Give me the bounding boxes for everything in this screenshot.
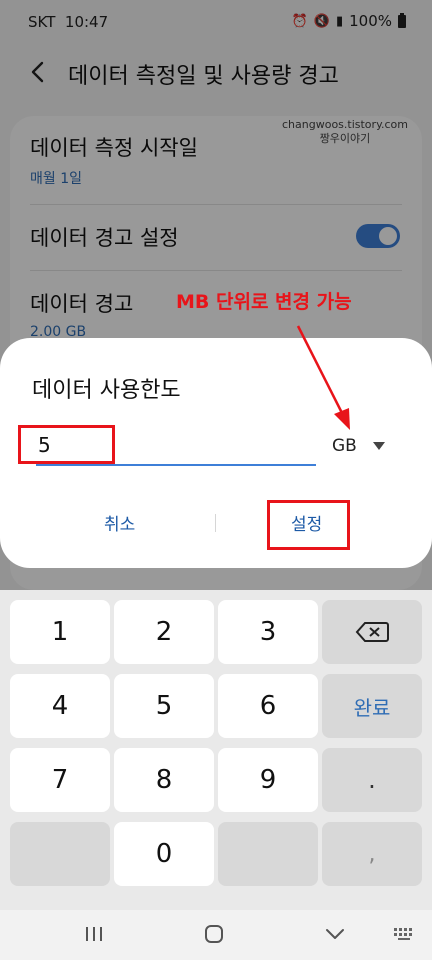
unit-dropdown[interactable]: GB	[332, 436, 385, 456]
keyboard-icon[interactable]	[392, 922, 416, 946]
key-1[interactable]: 1	[10, 600, 110, 664]
key-5[interactable]: 5	[114, 674, 214, 738]
key-2[interactable]: 2	[114, 600, 214, 664]
dialog-title: 데이터 사용한도	[32, 378, 181, 403]
unit-label: GB	[332, 436, 357, 456]
key-6[interactable]: 6	[218, 674, 318, 738]
cancel-button[interactable]: 취소	[104, 510, 135, 535]
key-3[interactable]: 3	[218, 600, 318, 664]
annotation-text: MB 단위로 변경 가능	[176, 291, 352, 313]
dot-key[interactable]: .	[322, 748, 422, 812]
key-7[interactable]: 7	[10, 748, 110, 812]
input-highlight-box	[18, 425, 115, 464]
home-icon[interactable]	[202, 922, 226, 946]
confirm-highlight-box	[267, 500, 350, 550]
backspace-key[interactable]	[322, 600, 422, 664]
empty-key-left	[10, 822, 110, 886]
caret-down-icon	[372, 442, 385, 450]
key-9[interactable]: 9	[218, 748, 318, 812]
numeric-keyboard: 1 2 3 4 5 6 완료 7 8 9 . 0 ,	[0, 590, 432, 910]
key-8[interactable]: 8	[114, 748, 214, 812]
button-divider	[215, 514, 216, 532]
key-4[interactable]: 4	[10, 674, 110, 738]
done-key[interactable]: 완료	[322, 674, 422, 738]
recent-apps-icon[interactable]	[82, 922, 106, 946]
empty-key-right	[218, 822, 318, 886]
key-0[interactable]: 0	[114, 822, 214, 886]
navigation-bar	[0, 910, 432, 960]
back-down-icon[interactable]	[323, 922, 347, 946]
comma-key[interactable]: ,	[322, 822, 422, 886]
backspace-icon	[355, 622, 389, 642]
